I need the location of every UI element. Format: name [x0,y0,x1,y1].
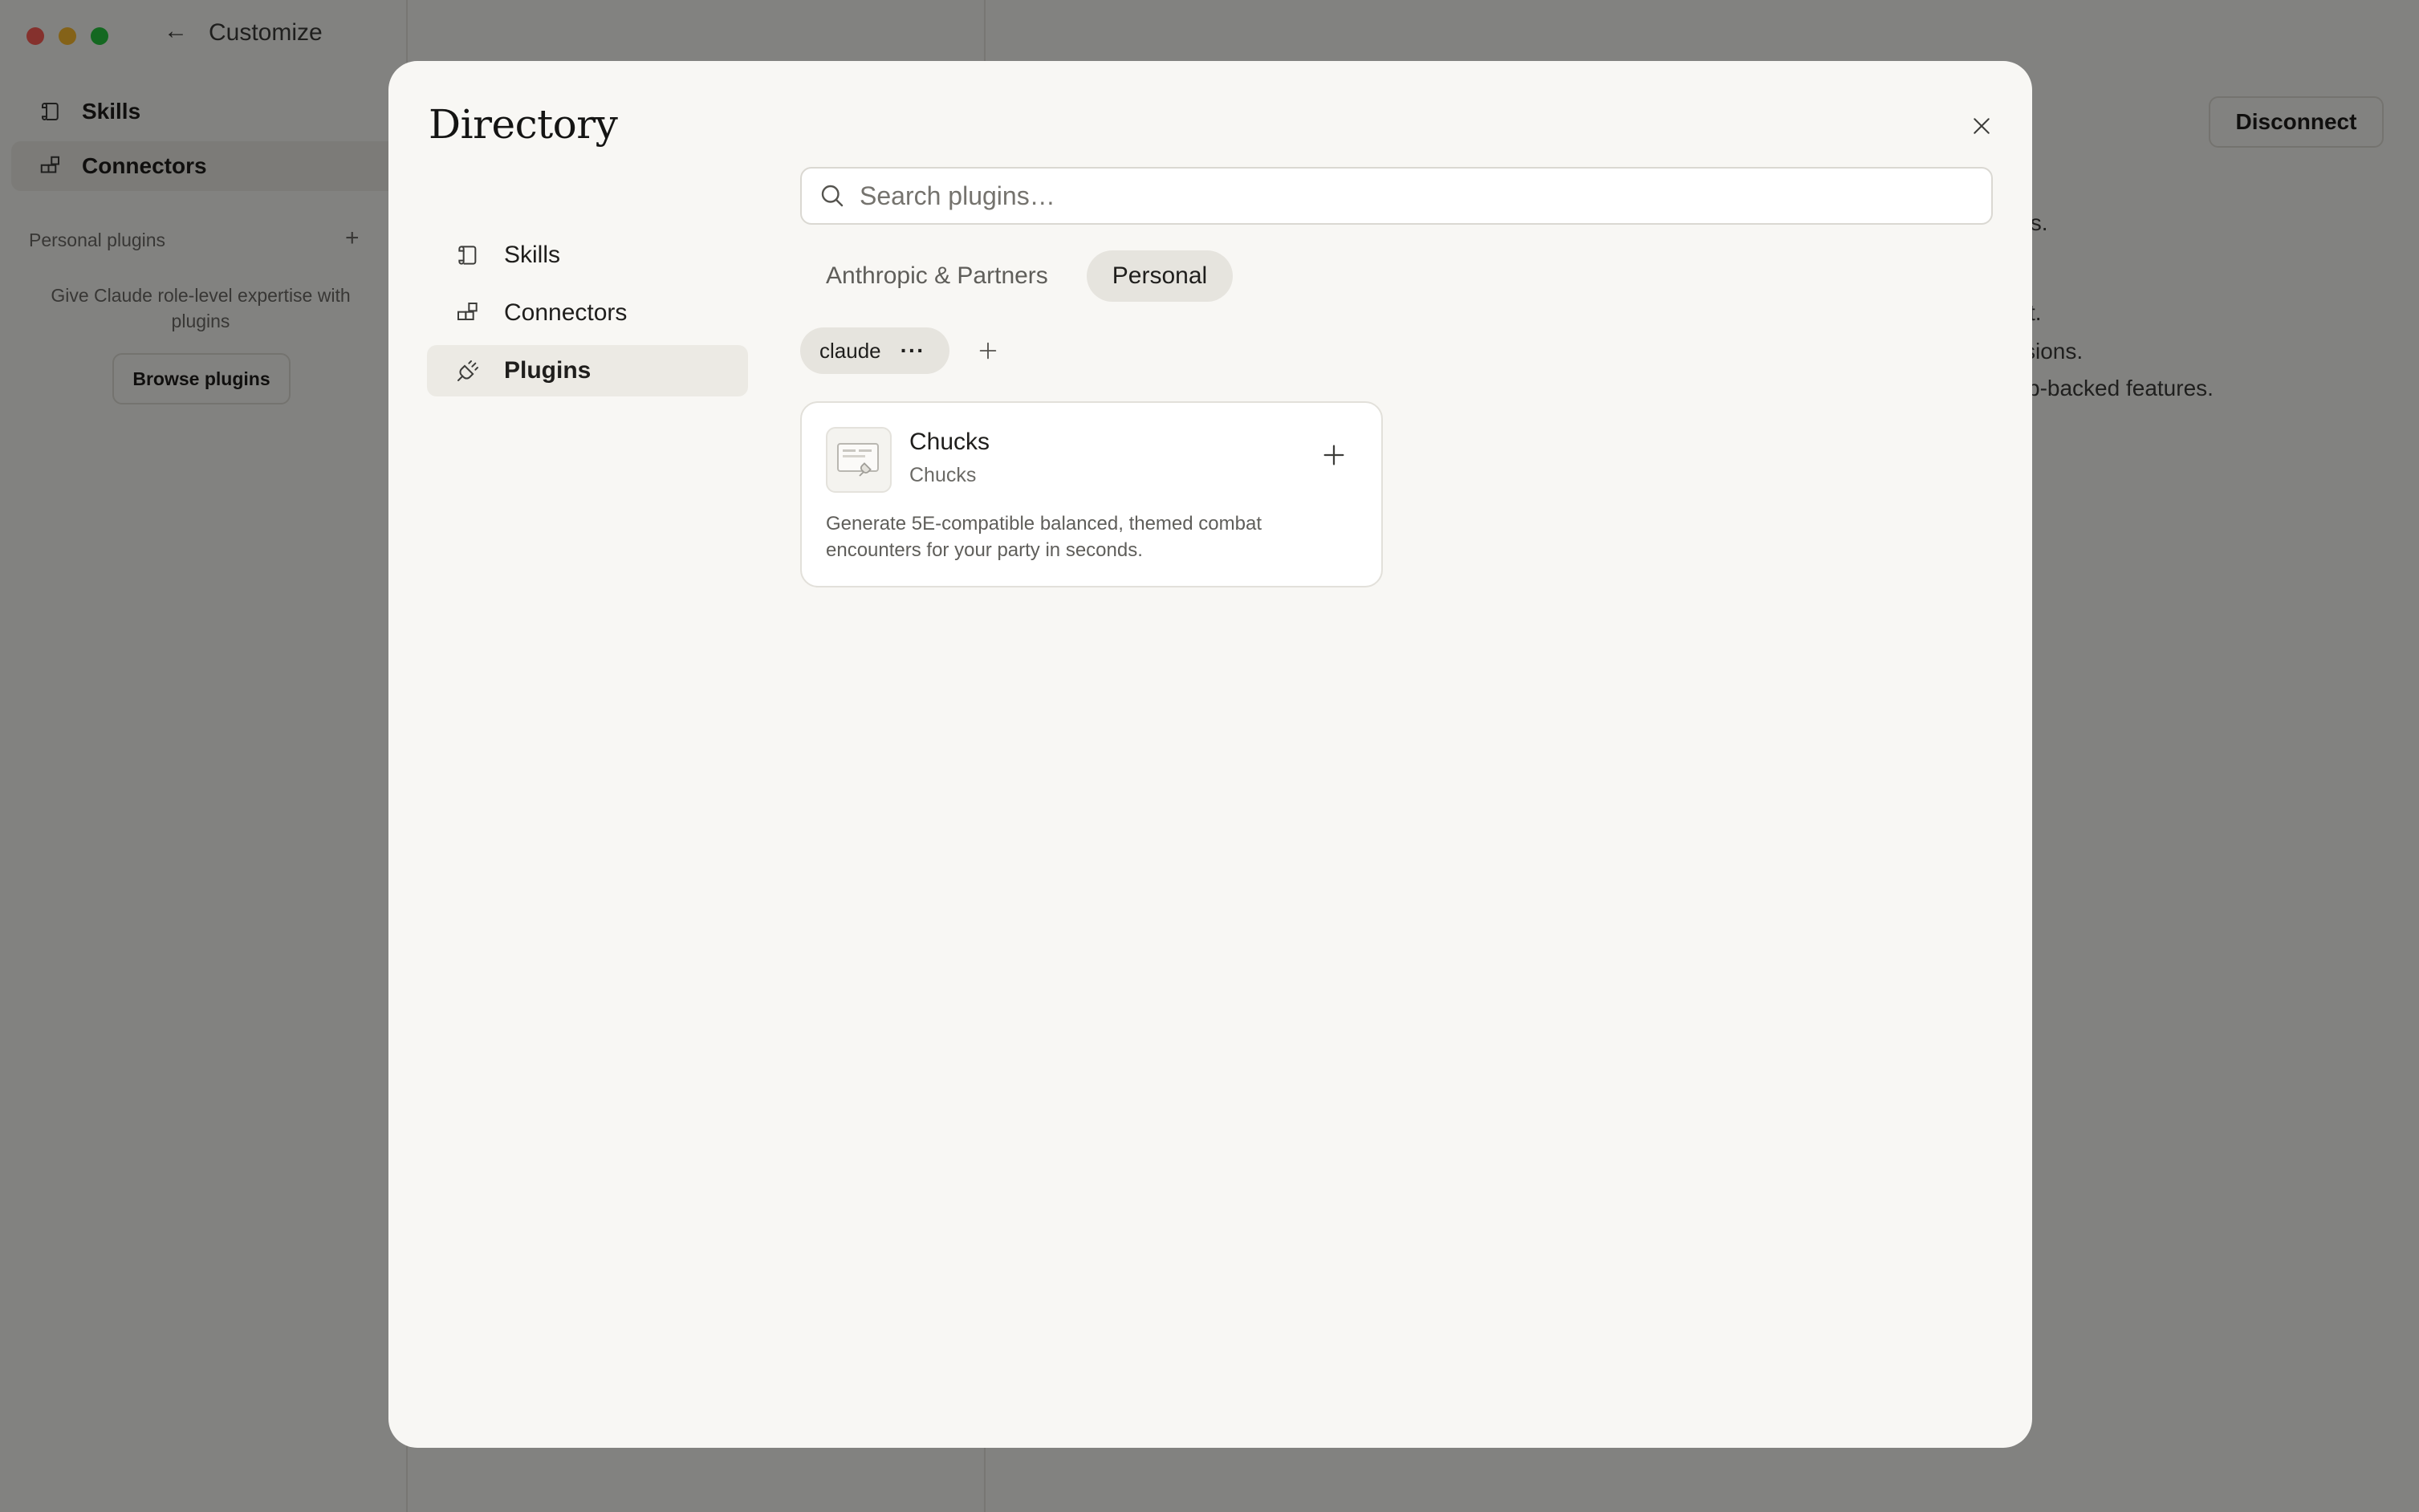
nav-item-plugins[interactable]: Plugins [427,345,748,396]
plugin-preview-icon [837,443,879,477]
plugin-author: Chucks [909,464,977,486]
nav-item-label: Plugins [504,357,592,384]
plugin-description: Generate 5E-compatible balanced, themed … [826,513,1262,561]
filter-row: claude ··· [800,327,1004,374]
plugin-card[interactable]: Chucks Chucks Generate 5E-compatible bal… [800,401,1383,587]
scroll-icon [454,242,482,269]
chip-label: claude [819,338,881,363]
plugin-name: Chucks [909,429,990,455]
tab-anthropic-partners[interactable]: Anthropic & Partners [800,250,1074,302]
plus-icon [979,342,996,360]
directory-modal: Directory Skills Connectors Plugins Sear… [388,61,2032,1448]
plugin-thumbnail [826,427,892,493]
modal-title: Directory [429,101,618,148]
plug-icon [454,357,482,384]
nav-item-connectors[interactable]: Connectors [427,287,748,339]
close-icon [1974,118,1990,134]
tab-personal[interactable]: Personal [1086,250,1234,302]
directory-nav: Skills Connectors Plugins [427,230,748,403]
filter-chip-claude[interactable]: claude ··· [800,327,949,374]
add-plugin-button[interactable] [1315,437,1352,474]
blocks-icon [454,299,482,327]
search-box[interactable] [800,167,1993,225]
plus-icon [1323,445,1344,465]
add-filter-button[interactable] [972,335,1004,367]
source-tabs: Anthropic & Partners Personal [800,250,1234,302]
nav-item-label: Skills [504,242,561,268]
close-button[interactable] [1962,106,2002,146]
nav-item-label: Connectors [504,299,628,326]
more-options-icon[interactable]: ··· [901,339,925,362]
nav-item-skills[interactable]: Skills [427,230,748,281]
search-input[interactable] [860,181,1967,211]
search-icon [821,185,844,207]
